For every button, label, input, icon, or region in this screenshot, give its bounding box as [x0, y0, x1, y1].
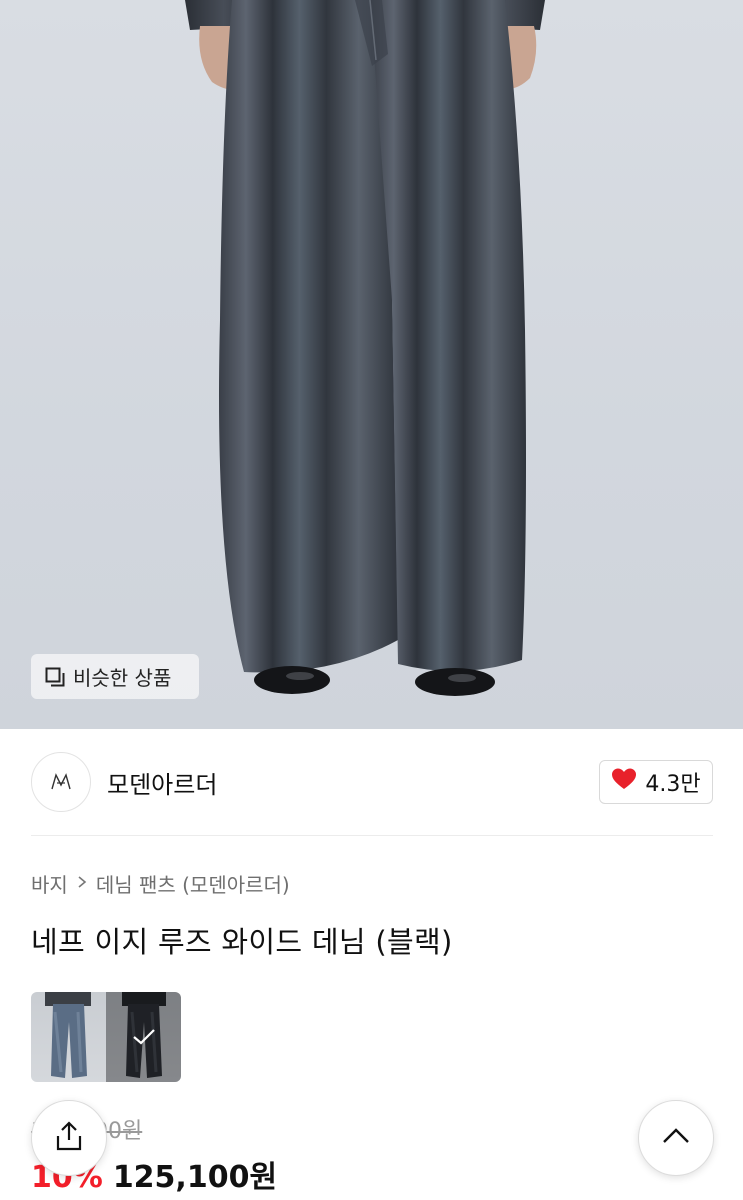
- swatch-black[interactable]: [106, 992, 181, 1082]
- like-count: 4.3만: [645, 772, 701, 797]
- check-icon: [132, 1028, 156, 1050]
- similar-items-label: 비슷한 상품: [73, 666, 172, 690]
- brand-logo-icon[interactable]: [31, 752, 91, 812]
- breadcrumb: 바지 데님 팬츠 (모덴아르더): [31, 869, 290, 898]
- breadcrumb-category[interactable]: 바지: [31, 869, 68, 898]
- breadcrumb-subcategory[interactable]: 데님 팬츠 (모덴아르더): [96, 869, 290, 898]
- color-swatches: [31, 992, 181, 1082]
- divider: [31, 835, 713, 836]
- share-icon: [54, 1120, 84, 1156]
- swatch-blue[interactable]: [31, 992, 106, 1082]
- product-image[interactable]: 비슷한 상품: [0, 0, 743, 729]
- scroll-top-button[interactable]: [638, 1100, 714, 1176]
- final-price: 125,100원: [112, 1160, 278, 1195]
- share-button[interactable]: [31, 1100, 107, 1176]
- product-photo: [185, 0, 545, 696]
- chevron-right-icon: [76, 873, 88, 894]
- brand-name[interactable]: 모덴아르더: [107, 765, 217, 800]
- similar-items-button[interactable]: 비슷한 상품: [31, 654, 199, 699]
- product-title: 네프 이지 루즈 와이드 데님 (블랙): [31, 925, 453, 959]
- chevron-up-icon: [661, 1126, 691, 1150]
- heart-icon: [611, 767, 637, 797]
- like-button[interactable]: 4.3만: [599, 760, 713, 804]
- similar-items-icon: [45, 667, 65, 687]
- brand-row[interactable]: 모덴아르더 4.3만: [31, 752, 713, 812]
